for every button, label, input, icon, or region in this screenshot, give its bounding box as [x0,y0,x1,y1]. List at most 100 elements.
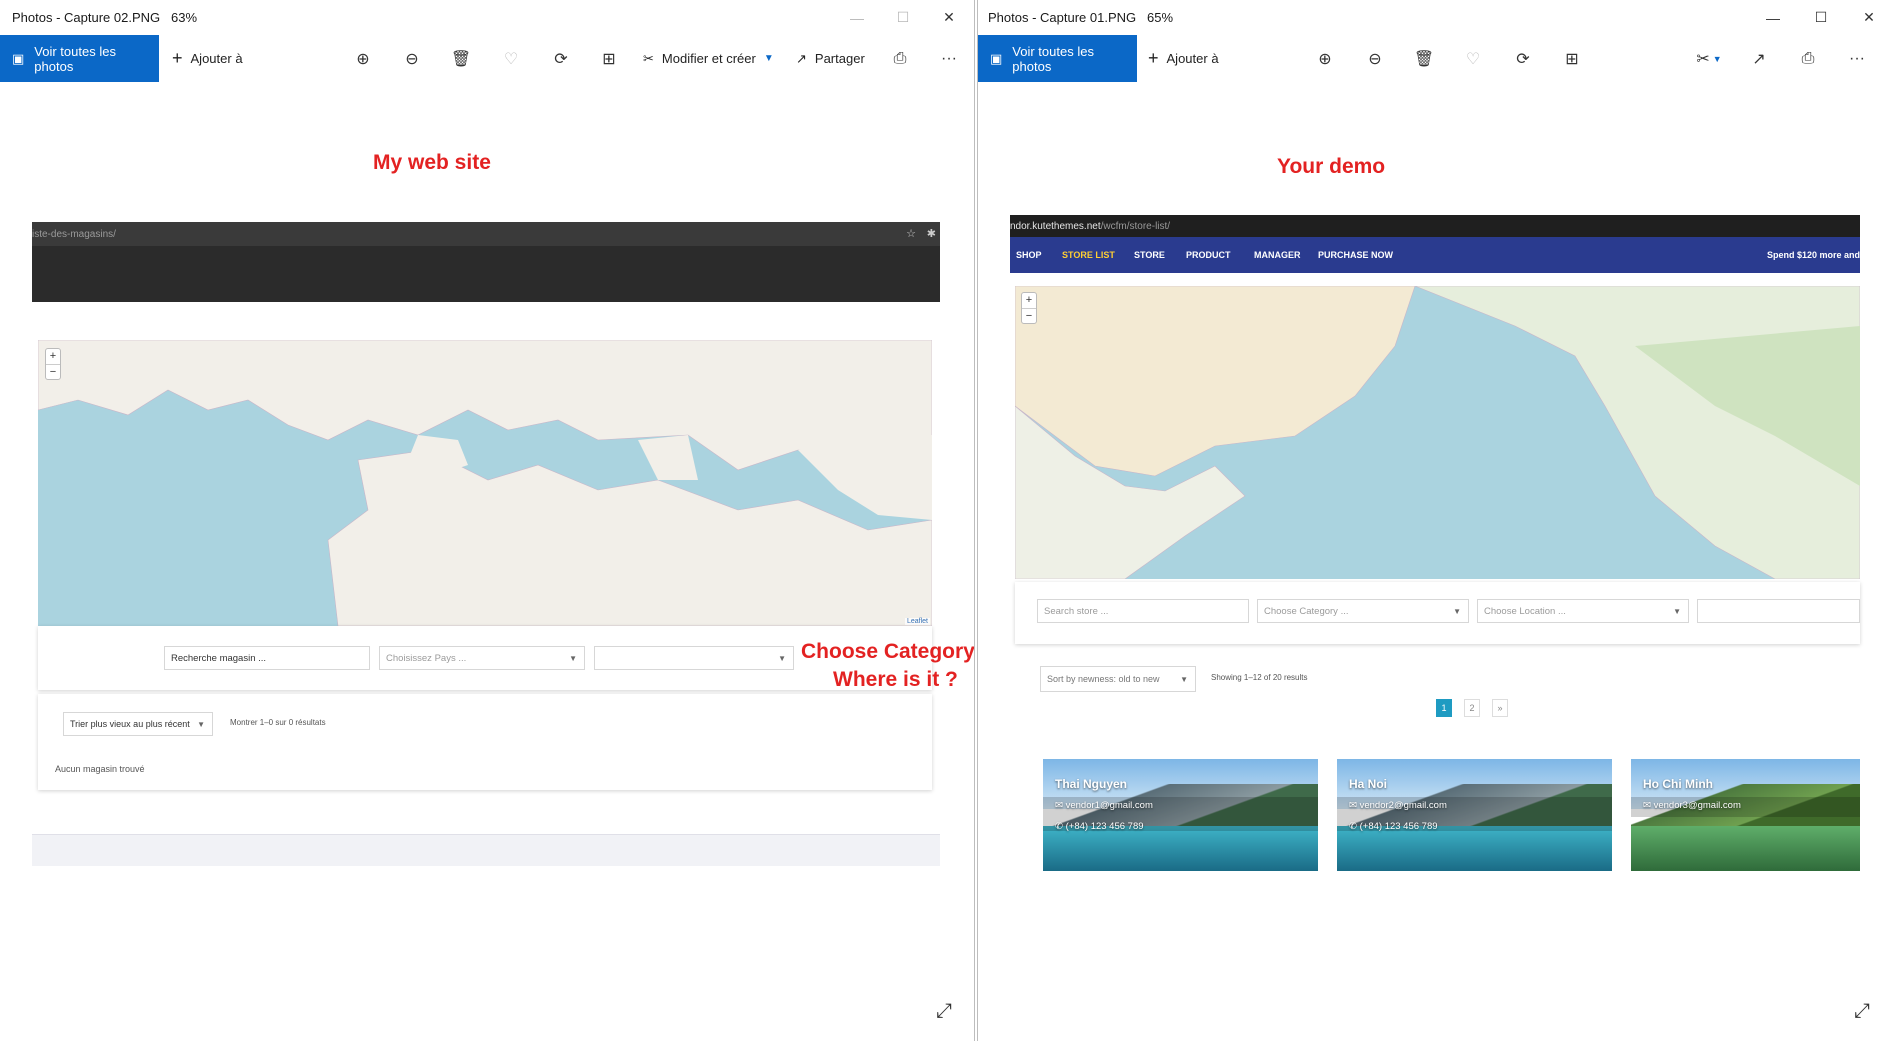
footer-strip [32,834,940,866]
share-icon[interactable]: ↗ [1744,35,1774,82]
store-name[interactable]: Ha Noi [1349,777,1387,791]
map-attribution[interactable]: Leaflet [904,618,930,625]
map[interactable]: + − Leaflet [38,340,932,626]
zoom-out-icon[interactable]: ⊖ [397,35,427,82]
rotate-icon[interactable]: ⟳ [546,35,576,82]
minimize-button[interactable]: — [834,0,880,35]
mail-icon: ✉ [1349,800,1357,811]
browser-chrome: iste-des-magasins/ ☆ ✱ [32,222,940,302]
edit-icon: ✂ [643,50,654,66]
map-zoom-control[interactable]: + − [1021,292,1037,324]
nav-store-list[interactable]: STORE LIST [1062,237,1115,273]
share-button[interactable]: ↗ Partager [796,35,865,82]
empty-select[interactable]: ▼ [594,646,794,670]
store-card[interactable]: Thai Nguyen ✉ vendor1@gmail.com ✆ (+84) … [1043,759,1318,871]
add-to-button[interactable]: + Ajouter à [1148,35,1219,82]
location-select[interactable]: Choose Location ... ▼ [1477,599,1689,623]
zoom-out-button[interactable]: − [46,364,60,379]
store-search-input[interactable]: Recherche magasin ... [164,646,370,670]
add-to-button[interactable]: + Ajouter à [172,35,243,82]
more-label: ··· [1849,49,1865,67]
page-1[interactable]: 1 [1436,699,1452,717]
delete-icon[interactable]: 🗑 [446,35,476,82]
address-bar: ndor.kutethemes.net/wcfm/store-list/ [1010,215,1860,237]
fullscreen-icon[interactable]: ⤢ [936,1000,952,1023]
map[interactable]: + − [1015,286,1860,579]
fullscreen-icon[interactable]: ⤢ [1854,1000,1870,1023]
nav-manager[interactable]: MANAGER [1254,237,1301,273]
page-2[interactable]: 2 [1464,699,1480,717]
zoom-out-button[interactable]: − [1022,308,1036,323]
promo-text: Spend $120 more and [1766,250,1860,260]
sort-select[interactable]: Sort by newness: old to new ▼ [1040,666,1196,692]
edit-create-button[interactable]: ✂ Modifier et créer ▼ [643,35,774,82]
view-all-photos-button[interactable]: ▣ Voir toutes les photos [978,35,1137,82]
edit-icon[interactable]: ✂ ▼ [1694,35,1724,82]
mail-icon: ✉ [1055,800,1063,811]
results-count: Montrer 1–0 sur 0 résultats [230,718,326,727]
favorite-icon[interactable]: ♡ [1458,35,1488,82]
edit-create-label: Modifier et créer [661,51,756,66]
share-label: Partager [814,51,865,66]
store-name[interactable]: Ho Chi Minh [1643,777,1713,791]
country-placeholder: Choisissez Pays ... [386,652,467,664]
location-placeholder: Choose Location ... [1484,605,1566,617]
title-bar[interactable]: Photos - Capture 02.PNG 63% — ☐ ✕ [0,0,974,35]
store-card[interactable]: Ha Noi ✉ vendor2@gmail.com ✆ (+84) 123 4… [1337,759,1612,871]
store-name[interactable]: Thai Nguyen [1055,777,1127,791]
card-grass [1631,826,1860,871]
nav-product[interactable]: PRODUCT [1186,237,1231,273]
card-water [1043,826,1318,871]
toolbar: ▣ Voir toutes les photos + Ajouter à ⊕ ⊖… [0,35,974,82]
view-all-label: Voir toutes les photos [34,43,116,74]
chevron-down-icon: ▼ [1180,674,1188,684]
minimize-button[interactable]: — [1750,0,1796,35]
sort-label: Sort by newness: old to new [1047,674,1160,684]
phone-icon: ✆ [1055,821,1063,832]
category-select[interactable]: Choose Category ... ▼ [1257,599,1469,623]
nav-purchase-now[interactable]: PURCHASE NOW [1318,237,1393,273]
map-land [38,340,932,626]
search-filter-panel: Recherche magasin ... Choisissez Pays ..… [38,626,932,690]
map-land [1015,286,1860,579]
favorite-icon[interactable]: ♡ [496,35,526,82]
close-button[interactable]: ✕ [1846,0,1892,35]
zoom-out-icon[interactable]: ⊖ [1360,35,1390,82]
store-email: ✉ vendor3@gmail.com [1643,800,1741,811]
add-to-label: Ajouter à [1166,51,1219,66]
crop-icon[interactable]: ⊞ [1557,35,1587,82]
country-select[interactable]: Choisissez Pays ... ▼ [379,646,585,670]
zoom-in-button[interactable]: + [46,349,60,364]
print-icon[interactable]: ⎙ [1793,35,1823,82]
store-card[interactable]: Ho Chi Minh ✉ vendor3@gmail.com [1631,759,1860,871]
close-button[interactable]: ✕ [926,0,972,35]
maximize-button[interactable]: ☐ [880,0,926,35]
zoom-in-button[interactable]: + [1022,293,1036,308]
empty-message: Aucun magasin trouvé [55,764,145,774]
phone-icon: ✆ [1349,821,1357,832]
nav-shop[interactable]: SHOP [1016,237,1042,273]
photos-window-left: Photos - Capture 02.PNG 63% — ☐ ✕ ▣ Voir… [0,0,975,1041]
extra-input[interactable] [1697,599,1860,623]
title-bar[interactable]: Photos - Capture 01.PNG 65% — ☐ ✕ [978,0,1892,35]
store-search-input[interactable]: Search store ... [1037,599,1249,623]
card-water [1337,826,1612,871]
view-all-photos-button[interactable]: ▣ Voir toutes les photos [0,35,159,82]
crop-icon[interactable]: ⊞ [594,35,624,82]
map-zoom-control[interactable]: + − [45,348,61,380]
nav-store[interactable]: STORE [1134,237,1165,273]
delete-icon[interactable]: 🗑 [1409,35,1439,82]
chevron-down-icon: ▼ [778,653,786,663]
more-options-button[interactable]: ··· [1842,35,1872,82]
star-icon: ☆ [906,228,916,240]
maximize-button[interactable]: ☐ [1798,0,1844,35]
results-panel: Trier plus vieux au plus récent ▼ Montrer… [38,694,932,790]
sort-select[interactable]: Trier plus vieux au plus récent ▼ [63,712,213,736]
page-next[interactable]: » [1492,699,1508,717]
zoom-in-icon[interactable]: ⊕ [348,35,378,82]
zoom-in-icon[interactable]: ⊕ [1310,35,1340,82]
rotate-icon[interactable]: ⟳ [1508,35,1538,82]
print-icon[interactable]: ⎙ [885,35,915,82]
more-options-button[interactable]: ··· [934,35,964,82]
window-title: Photos - Capture 01.PNG 65% [988,10,1174,25]
